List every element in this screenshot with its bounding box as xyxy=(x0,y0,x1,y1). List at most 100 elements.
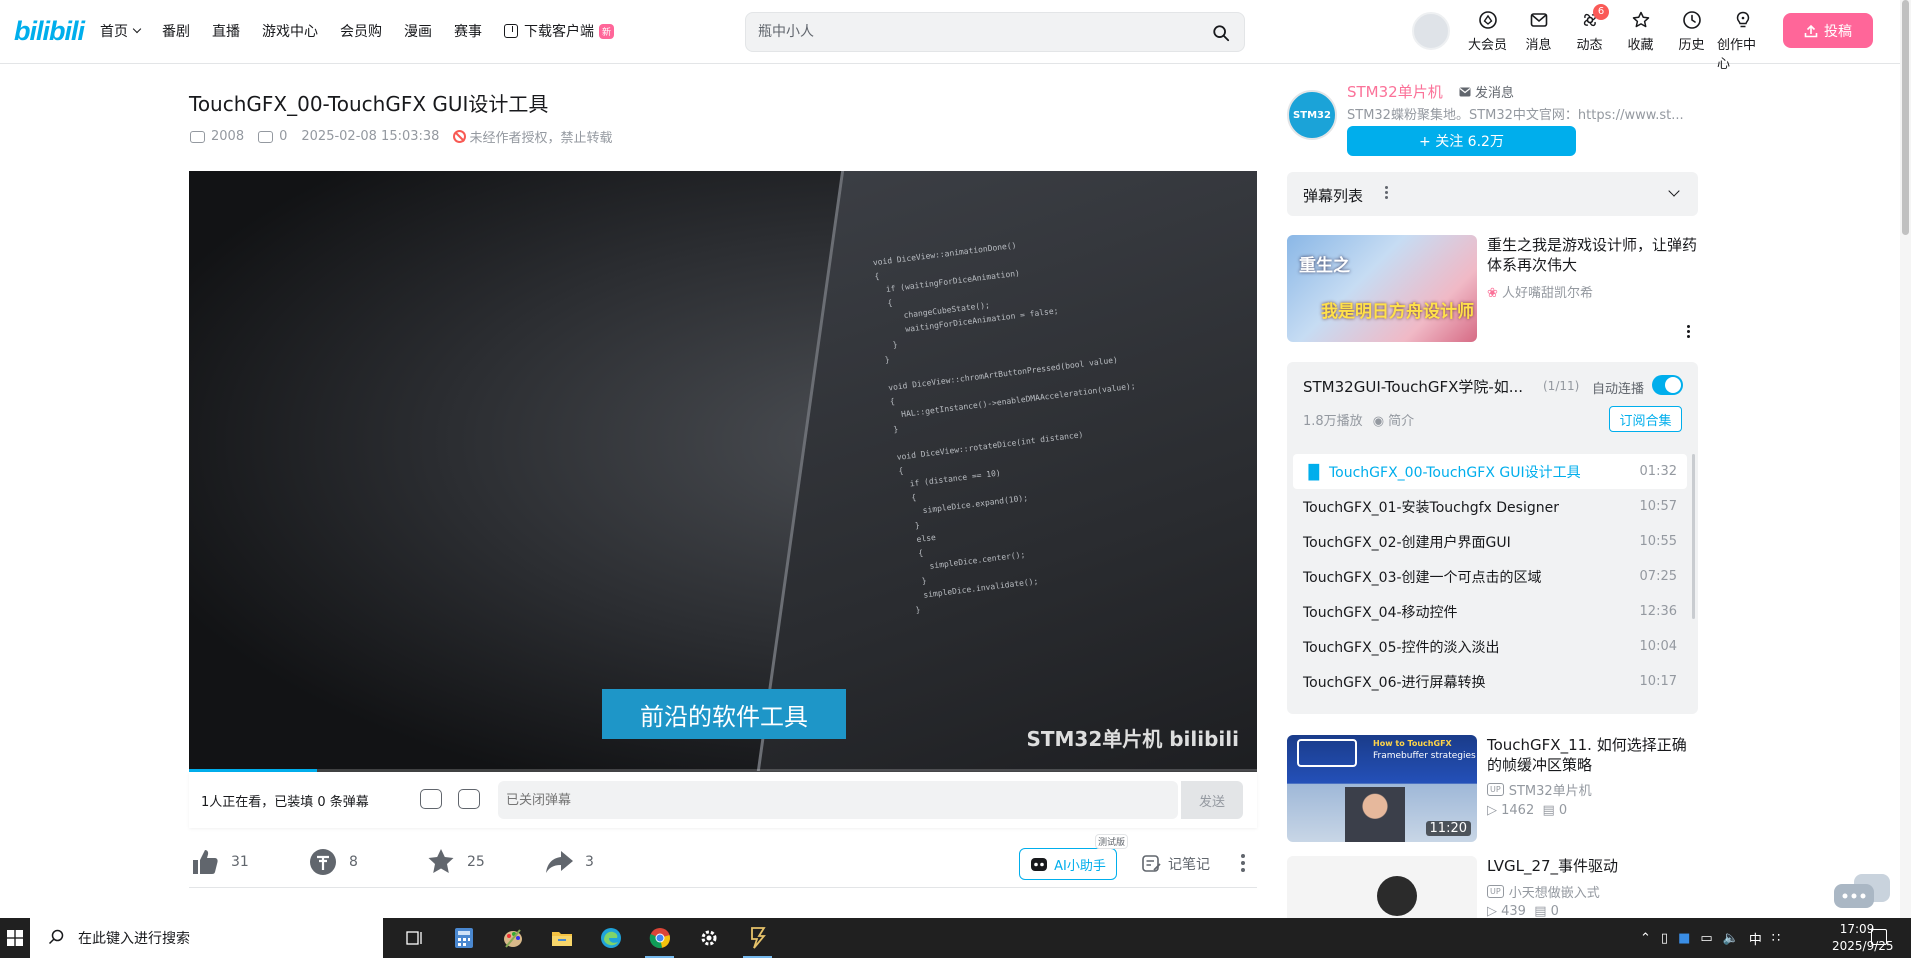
episode-item[interactable]: TouchGFX_04-移动控件 12:36 xyxy=(1293,594,1687,629)
clock-icon xyxy=(1682,11,1701,29)
taskbar-paint[interactable] xyxy=(488,918,537,958)
recommendation-title[interactable]: TouchGFX_11. 如何选择正确的帧缓冲区策略 xyxy=(1487,735,1697,775)
nav-favorites[interactable]: 收藏 xyxy=(1615,10,1666,72)
nav-mall[interactable]: 会员购 xyxy=(340,21,382,41)
nav-history[interactable]: 历史 xyxy=(1666,10,1717,72)
ad-title[interactable]: 重生之我是游戏设计师，让弹药体系再次伟大 xyxy=(1487,235,1697,275)
ai-assistant-button[interactable]: AI小助手 xyxy=(1019,848,1117,880)
keyboard-grid-icon[interactable]: ∷ xyxy=(1772,931,1780,946)
favorite-count: 25 xyxy=(467,854,485,870)
system-tray: ⌃ ▯ ■ ▭ 🔈 中 ∷ xyxy=(1640,918,1780,958)
user-avatar[interactable] xyxy=(1412,12,1450,50)
taskbar-app-launcher[interactable] xyxy=(733,918,782,958)
video-player[interactable]: void DiceView::animationDone() { if (wai… xyxy=(189,171,1257,772)
favorite-button[interactable]: 25 xyxy=(425,846,485,878)
follow-button[interactable]: + 关注 6.2万 xyxy=(1347,126,1576,156)
video-duration: 11:20 xyxy=(1425,821,1471,836)
playlist-scrollbar[interactable] xyxy=(1692,454,1695,619)
start-button[interactable] xyxy=(0,918,30,958)
nav-dynamics-label: 动态 xyxy=(1576,38,1603,53)
recommendation-card[interactable]: How to TouchGFX Framebuffer strategies 1… xyxy=(1287,735,1698,843)
nav-home[interactable]: 首页 xyxy=(100,21,142,41)
playlist-intro-link[interactable]: ◉ 简介 xyxy=(1373,410,1415,429)
more-vertical-icon[interactable] xyxy=(1385,186,1389,201)
ad-card[interactable]: 重生之 我是明日方舟设计师 重生之我是游戏设计师，让弹药体系再次伟大 ❀ 人好嘴… xyxy=(1287,235,1698,343)
search-input[interactable] xyxy=(758,21,1188,43)
danmaku-settings-icon[interactable] xyxy=(458,789,480,809)
copyright-text: 未经作者授权，禁止转载 xyxy=(469,131,613,146)
nav-esports[interactable]: 赛事 xyxy=(454,21,482,41)
chevron-up-icon[interactable]: ⌃ xyxy=(1640,931,1651,946)
taskbar-file-explorer[interactable] xyxy=(537,918,586,958)
taskbar-chrome[interactable] xyxy=(635,918,684,958)
like-button[interactable]: 31 xyxy=(189,846,249,878)
taskbar-edge[interactable] xyxy=(586,918,635,958)
recommendation-uploader[interactable]: UP 小天想做嵌入式 xyxy=(1487,882,1600,901)
ad-thumbnail[interactable]: 重生之 我是明日方舟设计师 xyxy=(1287,235,1477,342)
playlist-count: (1/11) xyxy=(1543,379,1580,393)
more-options-icon[interactable] xyxy=(1241,854,1245,872)
recommendation-thumbnail[interactable]: How to TouchGFX Framebuffer strategies 1… xyxy=(1287,735,1477,842)
nav-creator-center[interactable]: 创作中心 xyxy=(1717,10,1768,72)
nav-game-center[interactable]: 游戏中心 xyxy=(262,21,318,41)
danmaku-toggle-icon[interactable] xyxy=(420,789,442,809)
notification-icon[interactable] xyxy=(1871,929,1887,945)
playlist-title[interactable]: STM32GUI-TouchGFX学院-如... xyxy=(1303,376,1523,397)
usb-icon[interactable]: ▯ xyxy=(1661,931,1668,946)
take-notes-button[interactable]: 记笔记 xyxy=(1142,854,1210,874)
search-icon[interactable] xyxy=(1212,24,1230,42)
uploader-name[interactable]: STM32单片机 xyxy=(1347,81,1443,102)
danmaku-send-button[interactable]: 发送 xyxy=(1181,781,1243,819)
uploader-avatar[interactable]: STM32 xyxy=(1287,90,1337,140)
chat-bubble-icon[interactable] xyxy=(1832,874,1892,910)
more-vertical-icon[interactable] xyxy=(1687,325,1691,340)
ime-indicator[interactable]: 中 xyxy=(1749,929,1762,948)
nav-live[interactable]: 直播 xyxy=(212,21,240,41)
chevron-down-icon[interactable] xyxy=(1668,185,1680,197)
recommendation-title[interactable]: LVGL_27_事件驱动 xyxy=(1487,856,1697,876)
bulb-icon xyxy=(1736,11,1749,28)
nav-vip[interactable]: 大会员 xyxy=(1462,10,1513,72)
nav-messages[interactable]: 消息 xyxy=(1513,10,1564,72)
episode-item[interactable]: TouchGFX_05-控件的淡入淡出 10:04 xyxy=(1293,629,1687,664)
taskbar-search[interactable]: 在此键入进行搜索 xyxy=(30,918,383,958)
send-message-link[interactable]: 发消息 xyxy=(1459,82,1514,101)
danmaku-input[interactable] xyxy=(498,781,1178,819)
network-icon[interactable]: ▭ xyxy=(1700,931,1712,946)
nav-manga[interactable]: 漫画 xyxy=(404,21,432,41)
touchgfx-logo xyxy=(1297,739,1357,767)
taskbar-settings[interactable] xyxy=(684,918,733,958)
episode-duration: 12:36 xyxy=(1639,604,1677,619)
episode-title: ▐▌ TouchGFX_00-TouchGFX GUI设计工具 xyxy=(1303,462,1581,482)
upload-button[interactable]: 投稿 xyxy=(1783,13,1873,48)
search-icon xyxy=(48,929,64,945)
bluetooth-icon[interactable]: ■ xyxy=(1678,931,1690,946)
nav-dynamics[interactable]: 6 动态 xyxy=(1564,4,1615,72)
episode-item[interactable]: TouchGFX_03-创建一个可点击的区域 07:25 xyxy=(1293,559,1687,594)
episode-item[interactable]: TouchGFX_06-进行屏幕转换 10:17 xyxy=(1293,664,1687,699)
bilibili-logo[interactable]: bilibili xyxy=(14,16,85,47)
recommendation-card[interactable]: LVGL_27_事件驱动 UP 小天想做嵌入式 ▷ 439 ▤ 0 xyxy=(1287,856,1698,918)
page-scrollbar-thumb[interactable] xyxy=(1902,0,1909,235)
nav-download-client[interactable]: 下载客户端 新 xyxy=(504,21,615,41)
recommendation-thumbnail[interactable] xyxy=(1287,856,1477,918)
task-view-button[interactable] xyxy=(390,918,439,958)
episode-item[interactable]: ▐▌ TouchGFX_00-TouchGFX GUI设计工具 01:32 xyxy=(1293,454,1687,489)
episode-item[interactable]: TouchGFX_02-创建用户界面GUI 10:55 xyxy=(1293,524,1687,559)
coin-button[interactable]: 8 xyxy=(307,846,358,878)
share-button[interactable]: 3 xyxy=(543,846,594,878)
recommendation-uploader[interactable]: UP STM32单片机 xyxy=(1487,780,1592,799)
autoplay-toggle[interactable] xyxy=(1652,375,1683,395)
episode-duration: 10:04 xyxy=(1639,639,1677,654)
episode-item[interactable]: TouchGFX_01-安装Touchgfx Designer 10:57 xyxy=(1293,489,1687,524)
taskbar-calculator[interactable] xyxy=(439,918,488,958)
nav-vip-label: 大会员 xyxy=(1467,38,1507,53)
publish-date: 2025-02-08 15:03:38 xyxy=(301,129,439,144)
nav-messages-label: 消息 xyxy=(1525,38,1552,53)
page-scrollbar[interactable] xyxy=(1900,0,1911,918)
danmaku-count-value: 0 xyxy=(279,129,288,144)
nav-anime[interactable]: 番剧 xyxy=(162,21,190,41)
subscribe-collection-button[interactable]: 订阅合集 xyxy=(1609,406,1682,432)
volume-icon[interactable]: 🔈 xyxy=(1723,931,1739,946)
danmaku-list-panel[interactable]: 弹幕列表 xyxy=(1287,172,1698,216)
